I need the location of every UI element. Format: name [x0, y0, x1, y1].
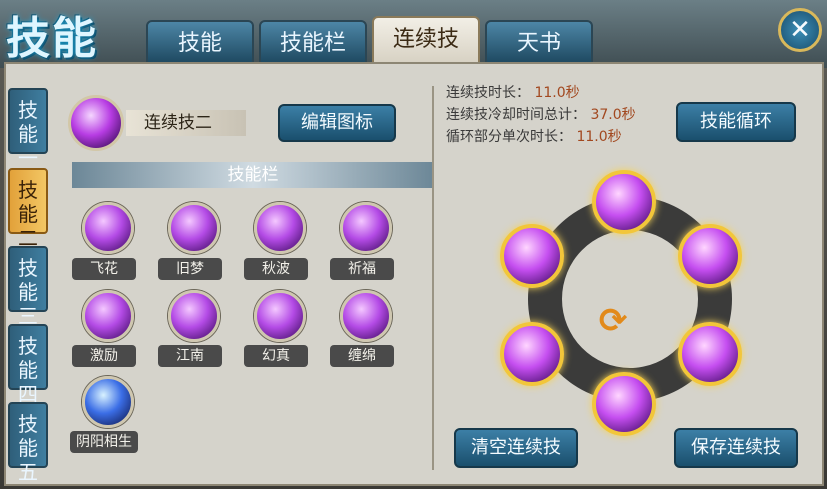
clear-combo-button[interactable]: 清空连续技	[454, 428, 578, 468]
skill-icon-jiangnan[interactable]	[168, 290, 220, 342]
sidebar-item-skill-4[interactable]: 技能四	[8, 324, 48, 406]
skill-bar-title: 技能栏	[72, 162, 434, 188]
sidebar-item-skill-3[interactable]: 技能三	[8, 246, 48, 328]
skill-label: 幻真	[244, 345, 308, 367]
skill-icon-jili[interactable]	[82, 290, 134, 342]
skill-icon-qifu[interactable]	[340, 202, 392, 254]
skill-label: 秋波	[244, 258, 308, 280]
cooldown-value: 37.0秒	[590, 107, 636, 123]
header: 技能 技能 技能栏 连续技 天书 ✕	[0, 0, 827, 68]
sidebar-item-skill-2[interactable]: 技能二	[8, 168, 48, 250]
combo-slot-2[interactable]	[678, 224, 742, 288]
panel-divider	[432, 86, 434, 470]
skill-icon-jiumeng[interactable]	[168, 202, 220, 254]
skill-icon-qiubo[interactable]	[254, 202, 306, 254]
close-button[interactable]: ✕	[778, 8, 822, 52]
combo-name: 连续技二	[126, 110, 246, 136]
combo-slot-6[interactable]	[500, 224, 564, 288]
skill-icon-huanzhen[interactable]	[254, 290, 306, 342]
skill-label: 旧梦	[158, 258, 222, 280]
duration-value: 11.0秒	[534, 85, 580, 101]
cycle-label: 循环部分单次时长：	[446, 129, 572, 145]
sidebar-item-skill-5[interactable]: 技能五	[8, 402, 48, 484]
sidebar-item-skill-1[interactable]: 技能一	[8, 88, 48, 170]
close-icon: ✕	[789, 15, 811, 45]
skill-label: 飞花	[72, 258, 136, 280]
tab-skill-bar[interactable]: 技能栏	[259, 20, 367, 64]
combo-icon[interactable]	[68, 95, 124, 151]
skill-icon-feihua[interactable]	[82, 202, 134, 254]
cooldown-label: 连续技冷却时间总计：	[446, 107, 586, 123]
combo-slot-1[interactable]	[592, 170, 656, 234]
skill-label: 阴阳相生	[70, 431, 138, 453]
skill-icon-yinyang[interactable]	[82, 376, 134, 428]
game-window: 技能 技能 技能栏 连续技 天书 ✕ 技能一 技能二 技能三 技能四 技能五 连…	[0, 0, 827, 489]
refresh-icon[interactable]: ⟳	[592, 300, 634, 342]
skill-label: 祈福	[330, 258, 394, 280]
combo-slot-3[interactable]	[678, 322, 742, 386]
combo-slot-4[interactable]	[592, 372, 656, 436]
edit-icon-button[interactable]: 编辑图标	[278, 104, 396, 142]
combo-slot-5[interactable]	[500, 322, 564, 386]
save-combo-button[interactable]: 保存连续技	[674, 428, 798, 468]
window-title: 技能	[6, 13, 98, 64]
combo-info: 连续技时长： 11.0秒 连续技冷却时间总计： 37.0秒 循环部分单次时长： …	[446, 82, 666, 152]
tab-combo[interactable]: 连续技	[372, 16, 480, 64]
skill-label: 激励	[72, 345, 136, 367]
tab-tianshu[interactable]: 天书	[485, 20, 593, 64]
skill-icon-chanmian[interactable]	[340, 290, 392, 342]
skill-label: 江南	[158, 345, 222, 367]
skill-label: 缠绵	[330, 345, 394, 367]
skill-cycle-button[interactable]: 技能循环	[676, 102, 796, 142]
duration-label: 连续技时长：	[446, 85, 530, 101]
tab-skills[interactable]: 技能	[146, 20, 254, 64]
cycle-value: 11.0秒	[576, 129, 622, 145]
